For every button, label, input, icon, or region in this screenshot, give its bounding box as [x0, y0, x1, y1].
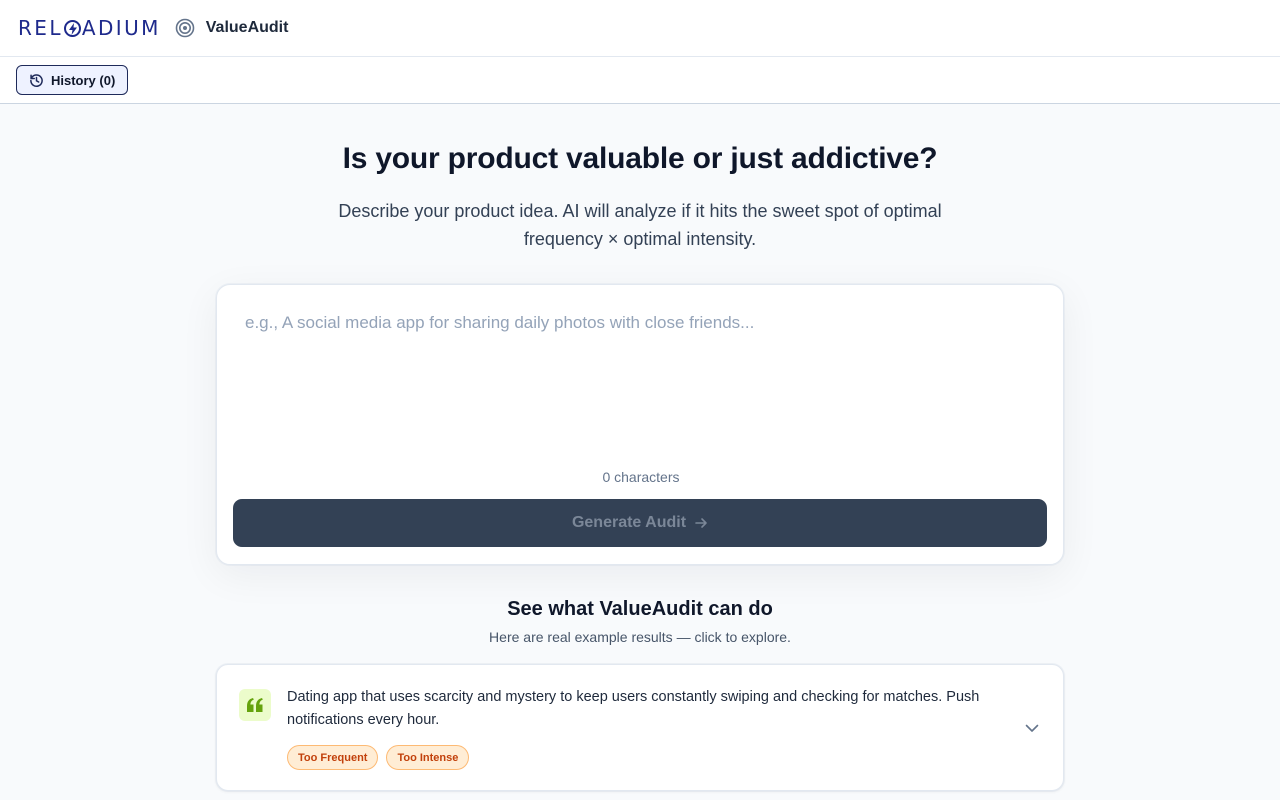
- app-name: ValueAudit: [205, 19, 289, 36]
- target-icon: [175, 18, 195, 38]
- example-description: Dating app that uses scarcity and myster…: [287, 689, 980, 728]
- generate-audit-label: Generate Audit: [571, 514, 687, 531]
- brand-logo[interactable]: REL ADIUM: [18, 16, 161, 40]
- tag-too-intense: Too Intense: [386, 745, 470, 770]
- page-subtitle: Describe your product idea. AI will anal…: [338, 201, 942, 249]
- character-count: 0 characters: [602, 469, 680, 485]
- generate-audit-button[interactable]: Generate Audit: [233, 499, 1047, 547]
- example-card[interactable]: Dating app that uses scarcity and myster…: [216, 664, 1064, 791]
- chevron-down-icon[interactable]: [1023, 719, 1041, 742]
- sub-toolbar: History (0): [0, 57, 1280, 104]
- arrow-right-icon: [694, 516, 708, 530]
- quote-icon: [239, 689, 271, 721]
- composer-card: 0 characters Generate Audit: [216, 284, 1064, 565]
- bolt-o-glyph: [63, 19, 81, 37]
- top-bar: REL ADIUM ValueAudit: [0, 0, 1280, 57]
- examples-title: See what ValueAudit can do: [507, 598, 773, 620]
- history-button-label: History (0): [51, 72, 116, 88]
- history-button[interactable]: History (0): [16, 65, 128, 95]
- example-tags: Too Frequent Too Intense: [287, 745, 470, 770]
- product-description-input[interactable]: [233, 301, 1047, 461]
- tag-too-frequent: Too Frequent: [287, 745, 379, 770]
- page-title: Is your product valuable or just addicti…: [342, 142, 938, 175]
- history-clock-icon: [29, 73, 44, 88]
- examples-subtitle: Here are real example results — click to…: [489, 629, 791, 645]
